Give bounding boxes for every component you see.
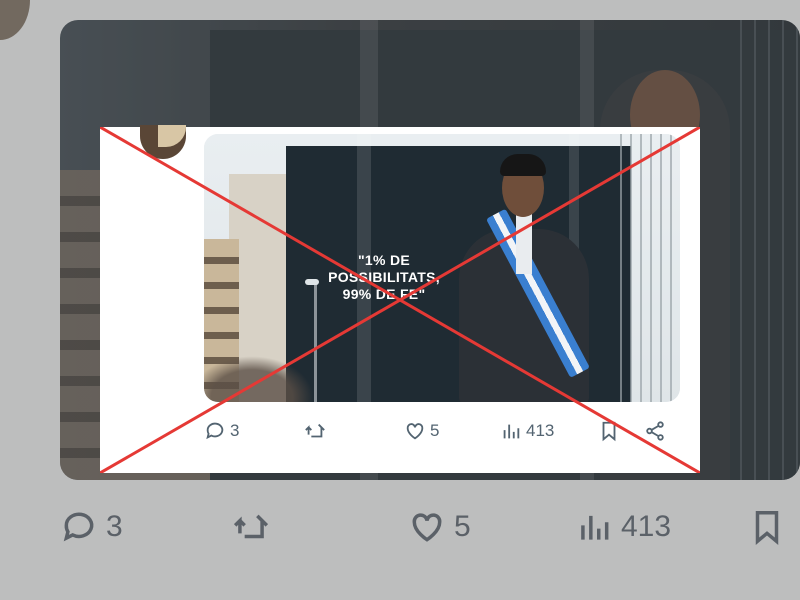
views-icon	[503, 424, 520, 439]
reply-count: 3	[230, 421, 240, 440]
bookmark-button[interactable]	[598, 420, 620, 442]
views-button[interactable]: 413	[500, 420, 554, 442]
slogan-line-2: 99% DE FE"	[342, 286, 426, 302]
like-icon	[406, 423, 424, 440]
reply-button[interactable]: 3	[204, 420, 239, 442]
reply-icon	[206, 422, 224, 440]
tweet-action-bar: 3 5 413	[204, 418, 680, 446]
tweet-photo[interactable]: "1% DE POSSIBILITATS, 99% DE FE"	[204, 134, 680, 402]
like-count: 5	[430, 421, 440, 440]
billboard-slogan: "1% DE POSSIBILITATS, 99% DE FE"	[304, 252, 464, 303]
like-button[interactable]: 5	[404, 420, 439, 442]
views-count: 413	[526, 421, 555, 440]
retweet-button[interactable]	[304, 420, 326, 442]
share-button[interactable]	[644, 420, 666, 442]
retweet-icon	[305, 423, 325, 438]
slogan-line-1: "1% DE POSSIBILITATS,	[328, 252, 440, 285]
bookmark-icon	[602, 421, 616, 442]
share-icon	[646, 421, 664, 441]
